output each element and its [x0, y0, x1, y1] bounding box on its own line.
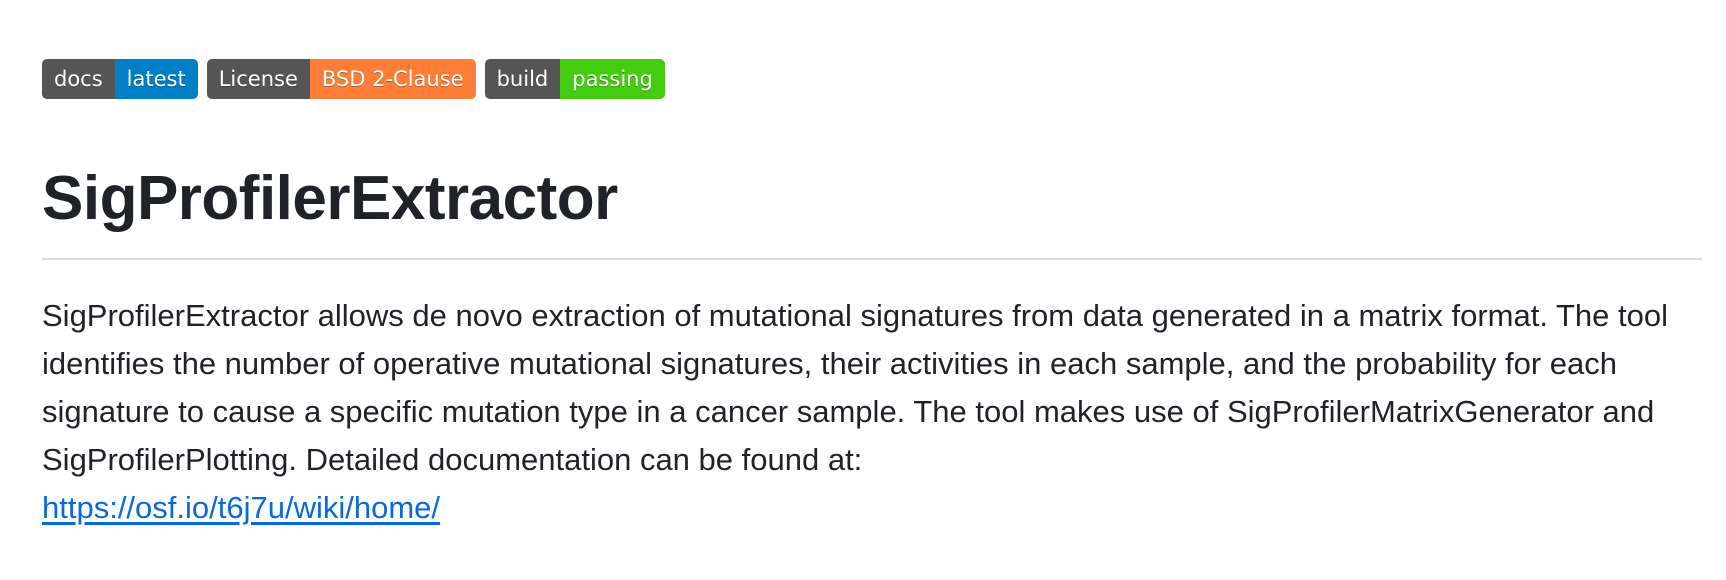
build-badge[interactable]: build passing: [484, 59, 665, 99]
license-badge-label: License: [206, 59, 310, 99]
title-divider: [42, 258, 1702, 260]
docs-badge-value: latest: [114, 59, 198, 99]
docs-badge[interactable]: docs latest: [42, 59, 198, 99]
build-badge-label: build: [484, 59, 561, 99]
documentation-link[interactable]: https://osf.io/t6j7u/wiki/home/: [42, 490, 440, 525]
description-text: SigProfilerExtractor allows de novo extr…: [42, 298, 1669, 477]
docs-badge-label: docs: [42, 59, 115, 99]
description-paragraph: SigProfilerExtractor allows de novo extr…: [42, 292, 1707, 532]
badge-row: docs latest License BSD 2-Clause build p…: [42, 59, 665, 99]
page-title: SigProfilerExtractor: [42, 164, 618, 233]
build-badge-value: passing: [560, 59, 665, 99]
license-badge-value: BSD 2-Clause: [309, 59, 476, 99]
license-badge[interactable]: License BSD 2-Clause: [206, 59, 476, 99]
